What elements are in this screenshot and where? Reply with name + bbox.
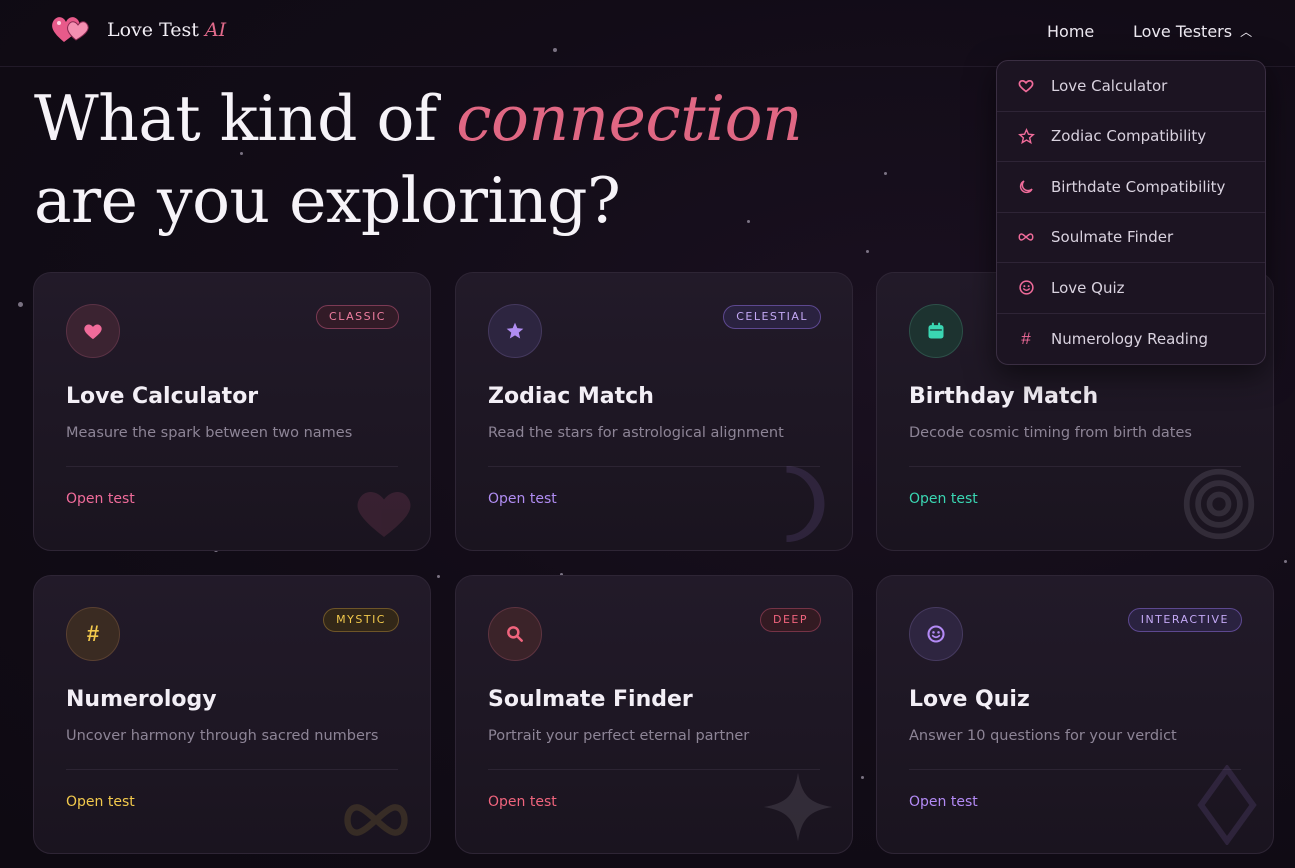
card-soulmate-finder[interactable]: DEEP Soulmate Finder Portrait your perfe…: [455, 575, 853, 854]
nav-love-testers-label: Love Testers: [1133, 22, 1233, 41]
dropdown-item-label: Love Calculator: [1051, 76, 1168, 95]
dropdown-item-label: Zodiac Compatibility: [1051, 127, 1207, 146]
hash-glyph: #: [86, 621, 100, 646]
nav-home-link[interactable]: Home: [1047, 22, 1094, 41]
infinity-icon: [1017, 228, 1035, 246]
dropdown-item-label: Birthdate Compatibility: [1051, 177, 1226, 196]
open-test-link[interactable]: Open test: [488, 491, 557, 507]
card-description: Answer 10 questions for your verdict: [909, 728, 1177, 744]
hash-icon: #: [1021, 328, 1031, 348]
card-title: Love Calculator: [66, 384, 259, 409]
card-description: Read the stars for astrological alignmen…: [488, 425, 784, 441]
love-testers-dropdown: Love Calculator Zodiac Compatibility Bir…: [996, 60, 1266, 365]
open-test-link[interactable]: Open test: [488, 794, 557, 810]
category-badge: INTERACTIVE: [1127, 608, 1242, 632]
search-icon: [488, 607, 542, 661]
sparkle-decor-icon: [763, 772, 833, 842]
page-title: What kind of connection are you explorin…: [34, 78, 803, 242]
card-zodiac-match[interactable]: CELESTIAL Zodiac Match Read the stars fo…: [455, 272, 853, 551]
top-nav: Love Test AI Home Love Testers ︿: [0, 0, 1295, 67]
nav-love-testers-toggle[interactable]: Love Testers ︿: [1133, 22, 1252, 41]
heart-icon: [1017, 77, 1035, 95]
dropdown-item-love-calculator[interactable]: Love Calculator: [997, 61, 1265, 112]
open-test-link[interactable]: Open test: [909, 794, 978, 810]
target-decor-icon: [1183, 468, 1255, 540]
smiley-icon: [909, 607, 963, 661]
card-love-calculator[interactable]: CLASSIC Love Calculator Measure the spar…: [33, 272, 431, 551]
card-love-quiz[interactable]: INTERACTIVE Love Quiz Answer 10 question…: [876, 575, 1274, 854]
dropdown-item-soulmate-finder[interactable]: Soulmate Finder: [997, 213, 1265, 263]
category-badge: CELESTIAL: [723, 305, 821, 329]
dropdown-item-label: Love Quiz: [1051, 278, 1125, 297]
hearts-logo-icon[interactable]: [50, 12, 92, 46]
open-test-link[interactable]: Open test: [66, 491, 135, 507]
dropdown-item-zodiac-compatibility[interactable]: Zodiac Compatibility: [997, 112, 1265, 162]
card-title: Numerology: [66, 687, 217, 712]
brand-suffix: AI: [204, 19, 227, 41]
calendar-icon: [909, 304, 963, 358]
card-numerology[interactable]: # MYSTIC Numerology Uncover harmony thro…: [33, 575, 431, 854]
card-title: Love Quiz: [909, 687, 1030, 712]
divider: [66, 466, 398, 467]
chevron-up-icon: ︿: [1240, 25, 1253, 39]
dropdown-item-birthdate-compatibility[interactable]: Birthdate Compatibility: [997, 162, 1265, 213]
open-test-link[interactable]: Open test: [909, 491, 978, 507]
smiley-icon: [1017, 279, 1035, 297]
card-description: Portrait your perfect eternal partner: [488, 728, 750, 744]
heart-icon: [66, 304, 120, 358]
card-title: Soulmate Finder: [488, 687, 693, 712]
infinity-decor-icon: [344, 804, 408, 836]
brand-name[interactable]: Love Test AI: [107, 19, 226, 41]
category-badge: MYSTIC: [323, 608, 399, 632]
moon-icon: [1017, 178, 1035, 196]
category-badge: CLASSIC: [316, 305, 399, 329]
heart-decor-icon: [357, 492, 411, 537]
diamond-decor-icon: [1197, 765, 1257, 845]
card-description: Decode cosmic timing from birth dates: [909, 425, 1192, 441]
open-test-link[interactable]: Open test: [66, 794, 135, 810]
card-description: Measure the spark between two names: [66, 425, 353, 441]
moon-decor-icon: [786, 466, 825, 542]
dropdown-item-label: Numerology Reading: [1051, 329, 1208, 348]
dropdown-item-love-quiz[interactable]: Love Quiz: [997, 263, 1265, 314]
star-icon: [1017, 127, 1035, 145]
divider: [909, 769, 1241, 770]
category-badge: DEEP: [759, 608, 821, 632]
divider: [66, 769, 398, 770]
dropdown-item-numerology-reading[interactable]: # Numerology Reading: [997, 314, 1265, 365]
brand-title: Love Test: [107, 19, 199, 41]
card-title: Zodiac Match: [488, 384, 654, 409]
card-title: Birthday Match: [909, 384, 1099, 409]
card-description: Uncover harmony through sacred numbers: [66, 728, 379, 744]
hash-icon: #: [66, 607, 120, 661]
title-line1-prefix: What kind of: [34, 82, 437, 155]
star-icon: [488, 304, 542, 358]
title-line2: are you exploring?: [34, 164, 621, 237]
title-accent-word: connection: [456, 82, 803, 155]
dropdown-item-label: Soulmate Finder: [1051, 228, 1174, 247]
